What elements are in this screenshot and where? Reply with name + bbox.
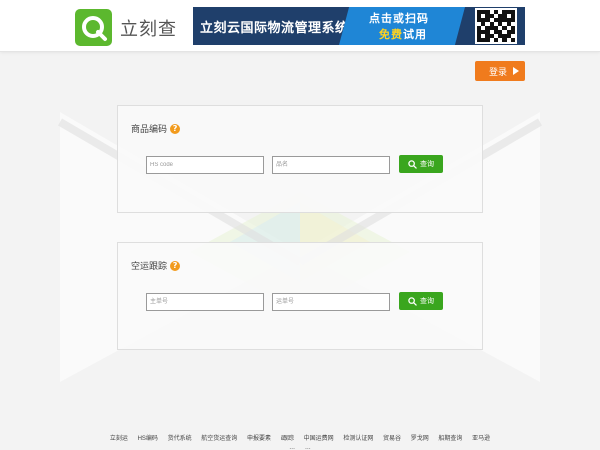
search-icon [408, 159, 417, 169]
panel-title: 商品编码 ? [131, 122, 181, 135]
question-icon[interactable]: ? [170, 260, 181, 271]
banner-cta-rest: 试用 [403, 28, 427, 41]
product-name-input[interactable] [272, 156, 390, 174]
footer-link[interactable]: 亚马逊 [472, 436, 490, 442]
hs-code-panel: 商品编码 ? 查询 [117, 105, 483, 213]
footer-link[interactable]: … [289, 445, 295, 450]
panel-title-text: 商品编码 [131, 125, 168, 135]
banner-cta[interactable]: 点击或扫码 免费试用 [339, 7, 465, 45]
footer-link[interactable]: 货代系统 [168, 436, 192, 442]
footer-links: 立刻运 HS编码 货代系统 航空货运查询 申报要素 i跟踪 中国运费网 检测认证… [0, 433, 600, 442]
master-awb-input[interactable] [146, 293, 264, 311]
footer-link[interactable]: 申报要素 [247, 436, 271, 442]
logo-icon[interactable] [75, 9, 112, 46]
footer-link[interactable]: … [305, 445, 311, 450]
banner-cta-highlight: 免费 [379, 28, 403, 41]
hs-code-input[interactable] [146, 156, 264, 174]
query-label: 查询 [420, 297, 434, 305]
panel-title-text: 空运跟踪 [131, 262, 168, 272]
hs-query-button[interactable]: 查询 [399, 155, 443, 173]
banner-title: 立刻云国际物流管理系统 [200, 21, 349, 36]
footer-links-line2: … … [0, 445, 600, 450]
play-arrow-icon [513, 67, 519, 75]
search-icon [408, 296, 417, 306]
footer-link[interactable]: 检测认证网 [343, 436, 373, 442]
login-button[interactable]: 登录 [475, 61, 525, 81]
login-label: 登录 [489, 67, 508, 78]
footer: 立刻运 HS编码 货代系统 航空货运查询 申报要素 i跟踪 中国运费网 检测认证… [0, 430, 600, 450]
footer-link[interactable]: 船期查询 [438, 436, 462, 442]
air-tracking-panel: 空运跟踪 ? 查询 [117, 242, 483, 350]
qr-code-icon[interactable] [475, 8, 517, 44]
query-label: 查询 [420, 160, 434, 168]
promo-banner[interactable]: 立刻云国际物流管理系统 点击或扫码 免费试用 [193, 7, 525, 45]
panel-title: 空运跟踪 ? [131, 259, 181, 272]
footer-link[interactable]: i跟踪 [281, 436, 294, 442]
tracking-query-button[interactable]: 查询 [399, 292, 443, 310]
footer-link[interactable]: 贸易谷 [383, 436, 401, 442]
banner-cta-line2: 免费试用 [379, 26, 427, 42]
footer-link[interactable]: HS编码 [138, 436, 158, 442]
footer-link[interactable]: 航空货运查询 [201, 436, 237, 442]
footer-link[interactable]: 罗戈网 [411, 436, 429, 442]
footer-link[interactable]: 立刻运 [110, 436, 128, 442]
header: 立刻查 立刻云国际物流管理系统 点击或扫码 免费试用 [0, 0, 600, 52]
footer-link[interactable]: 中国运费网 [304, 436, 334, 442]
banner-cta-line1: 点击或扫码 [369, 12, 429, 25]
logo-text[interactable]: 立刻查 [120, 15, 177, 41]
waybill-input[interactable] [272, 293, 390, 311]
question-icon[interactable]: ? [170, 123, 181, 134]
